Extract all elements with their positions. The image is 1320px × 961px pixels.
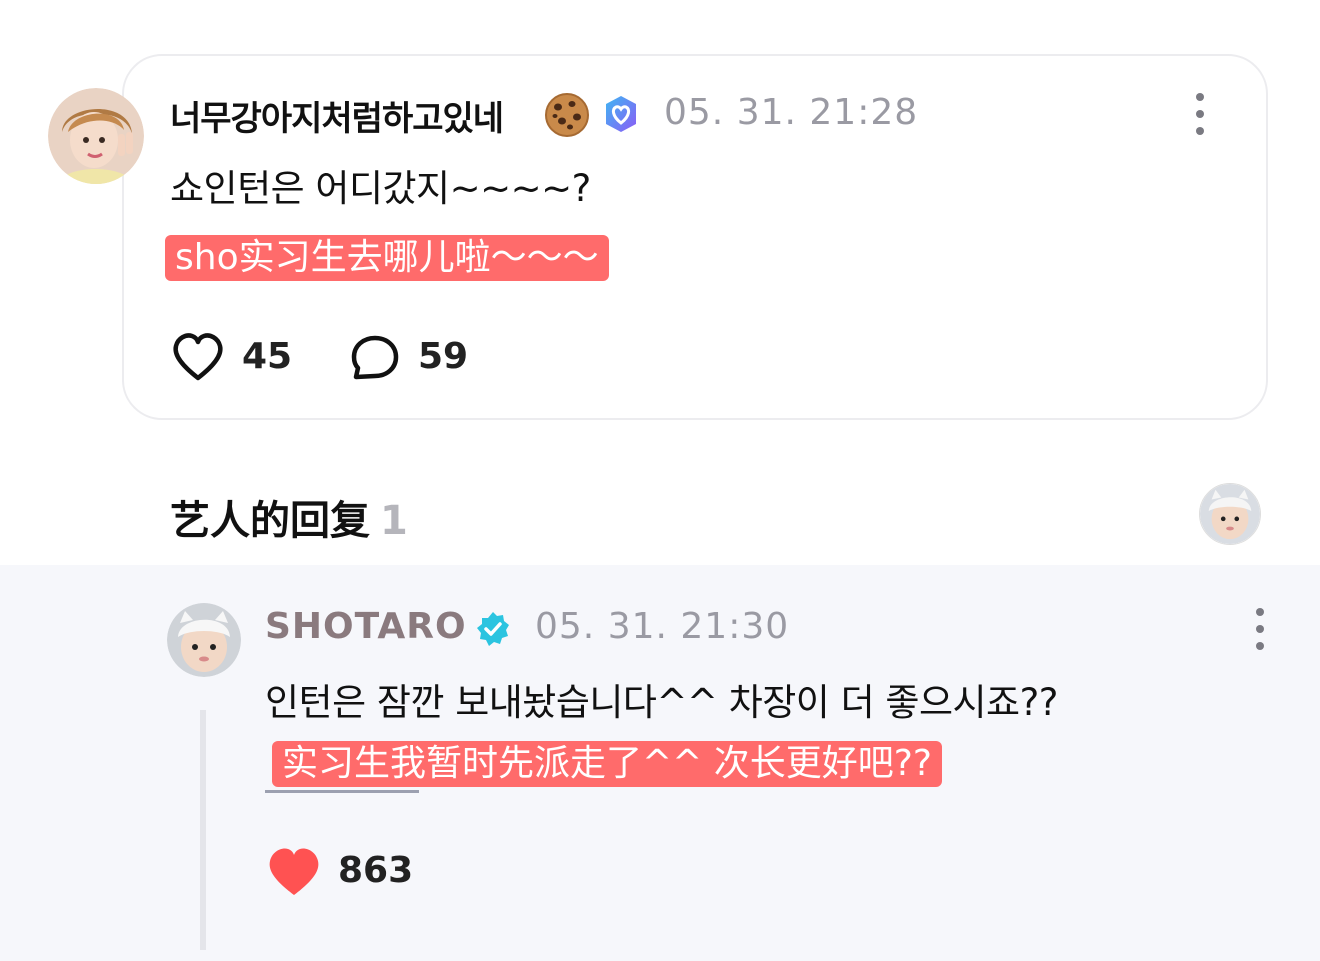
artist-like-count: 863 [338,850,414,891]
artist-replies-heading: 艺人的回复 1 [170,488,408,546]
heart-filled-icon[interactable] [266,846,322,898]
artist-reply-more-button[interactable] [1250,608,1270,650]
verified-check-badge-icon [475,611,511,647]
cookie-icon [544,92,590,138]
more-vertical-icon [1256,608,1264,616]
link-underline [265,790,419,793]
artist-reply-timestamp: 05. 31. 21:30 [535,606,790,647]
more-vertical-icon [1196,93,1204,101]
fan-like-count: 45 [242,336,293,377]
fan-username[interactable]: 너무강아지처럼하고있네 [170,91,504,140]
fan-post-timestamp: 05. 31. 21:28 [664,92,919,133]
thread-line [200,710,206,950]
artist-avatar[interactable] [167,603,241,677]
artist-replies-count: 1 [380,498,408,544]
artist-replies-title: 艺人的回复 [170,498,370,544]
fan-post-content: 쇼인턴은 어디갔지~~~~? [170,167,591,210]
fan-post-translation: sho实习生去哪儿啦～～～ [165,235,609,281]
fan-post-more-button[interactable] [1190,93,1210,135]
artist-username[interactable]: SHOTARO [265,606,467,647]
fan-avatar[interactable] [48,88,144,184]
fan-comment-count: 59 [418,336,469,377]
artist-avatar-small[interactable] [1199,483,1261,545]
heart-outline-icon[interactable] [170,330,226,384]
membership-heart-badge-icon [601,94,641,134]
artist-reply-content: 인턴은 잠깐 보내놨습니다^^ 차장이 더 좋으시죠?? [265,681,1058,724]
comment-bubble-icon[interactable] [350,334,400,382]
artist-reply-translation: 实习生我暂时先派走了^^ 次长更好吧?? [272,741,942,787]
